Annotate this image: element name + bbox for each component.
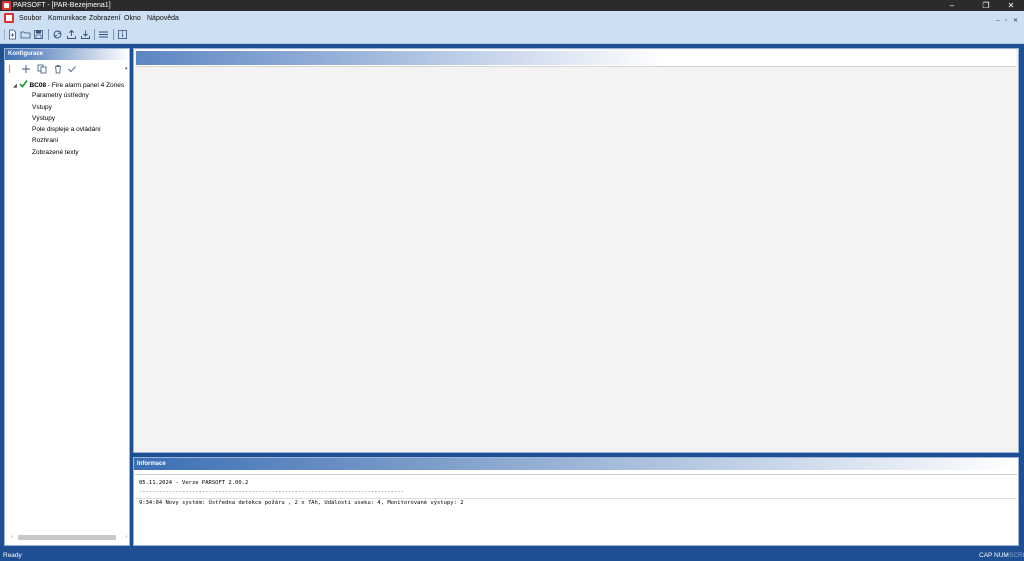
- tree-root-desc: - Fire alarm panel 4 Zones: [46, 82, 125, 89]
- toolbar-separator: [94, 29, 95, 40]
- mdi-window-controls[interactable]: – ▫ ✕: [996, 17, 1020, 24]
- expand-arrow-icon[interactable]: ◢: [13, 83, 17, 89]
- close-button[interactable]: ✕: [999, 0, 1023, 11]
- tree-item-parametry[interactable]: Parametry ústředny: [32, 90, 124, 101]
- new-file-icon[interactable]: [7, 29, 18, 40]
- check-icon[interactable]: [67, 64, 77, 74]
- config-panel: Konfigurace ▾ ◢ BC08 - Fire alarm panel …: [4, 48, 130, 546]
- info-log[interactable]: 05.11.2024 - Verze PARSOFT 2.00.2 ------…: [135, 474, 1017, 545]
- overflow-chevron-icon[interactable]: ▾: [125, 66, 128, 72]
- minimize-button[interactable]: –: [940, 0, 964, 11]
- tree-item-vstupy[interactable]: Vstupy: [32, 102, 124, 113]
- open-folder-icon[interactable]: [20, 29, 31, 40]
- title-bar: PARSOFT - [PAR-Bezejmena1] – ❐ ✕: [0, 0, 1024, 11]
- delete-icon[interactable]: [53, 64, 63, 74]
- config-tree: ◢ BC08 - Fire alarm panel 4 Zones Parame…: [13, 79, 124, 158]
- download-icon[interactable]: [80, 29, 91, 40]
- info-separator: ----------------------------------------…: [139, 489, 404, 495]
- status-bar: Ready CAP NUM SCRL: [0, 550, 1024, 561]
- work-area-header: [136, 50, 1016, 67]
- config-toolbar: ▾: [9, 63, 129, 75]
- upload-icon[interactable]: [66, 29, 77, 40]
- num-lock-indicator: NUM: [994, 552, 1009, 559]
- info-icon[interactable]: [117, 29, 128, 40]
- menu-komunikace[interactable]: Komunikace: [48, 14, 87, 23]
- info-panel: Informace 05.11.2024 - Verze PARSOFT 2.0…: [133, 457, 1019, 546]
- check-icon: [19, 80, 28, 88]
- document-icon[interactable]: [4, 13, 14, 23]
- menu-soubor[interactable]: Soubor: [19, 14, 42, 23]
- tree-item-pole-displeje[interactable]: Pole displeje a ovládání: [32, 124, 124, 135]
- copy-icon[interactable]: [37, 64, 47, 74]
- scroll-left-icon[interactable]: ‹: [11, 534, 13, 540]
- scroll-lock-indicator: SCRL: [1009, 552, 1024, 559]
- restore-button[interactable]: ❐: [974, 0, 998, 11]
- tree-root[interactable]: ◢ BC08 - Fire alarm panel 4 Zones: [13, 79, 124, 90]
- refresh-icon[interactable]: [52, 29, 63, 40]
- menu-napoveda[interactable]: Nápověda: [147, 14, 179, 23]
- toolbar-grip: [9, 65, 10, 73]
- toolbar-grip: [4, 29, 5, 40]
- main-work-area: [133, 48, 1019, 453]
- main-toolbar: [0, 26, 1024, 44]
- scrollbar-thumb[interactable]: [18, 535, 116, 540]
- scroll-right-icon[interactable]: ›: [125, 534, 127, 540]
- menu-okno[interactable]: Okno: [124, 14, 141, 23]
- save-icon[interactable]: [33, 29, 44, 40]
- tree-item-rozhrani[interactable]: Rozhraní: [32, 135, 124, 146]
- info-line: 9:34:04 Novy systém: Ústředna detekce po…: [139, 500, 464, 506]
- caps-lock-indicator: CAP: [979, 552, 993, 559]
- work-area-header-band: [136, 51, 1016, 65]
- list-icon[interactable]: [98, 29, 109, 40]
- tree-item-vystupy[interactable]: Výstupy: [32, 113, 124, 124]
- tree-root-code: BC08: [29, 82, 47, 89]
- menu-zobrazeni[interactable]: Zobrazení: [89, 14, 121, 23]
- tree-item-zobrazene-texty[interactable]: Zobrazené texty: [32, 147, 124, 158]
- add-icon[interactable]: [21, 64, 31, 74]
- toolbar-separator: [48, 29, 49, 40]
- toolbar-separator: [113, 29, 114, 40]
- app-icon: [2, 1, 11, 10]
- status-text: Ready: [3, 552, 22, 559]
- menu-bar: Soubor Komunikace Zobrazení Okno Nápověd…: [0, 11, 1024, 26]
- horizontal-scrollbar[interactable]: ‹ ›: [11, 534, 127, 541]
- window-title: PARSOFT - [PAR-Bezejmena1]: [13, 2, 111, 9]
- info-panel-title: Informace: [134, 458, 1018, 470]
- config-panel-title: Konfigurace: [5, 49, 129, 60]
